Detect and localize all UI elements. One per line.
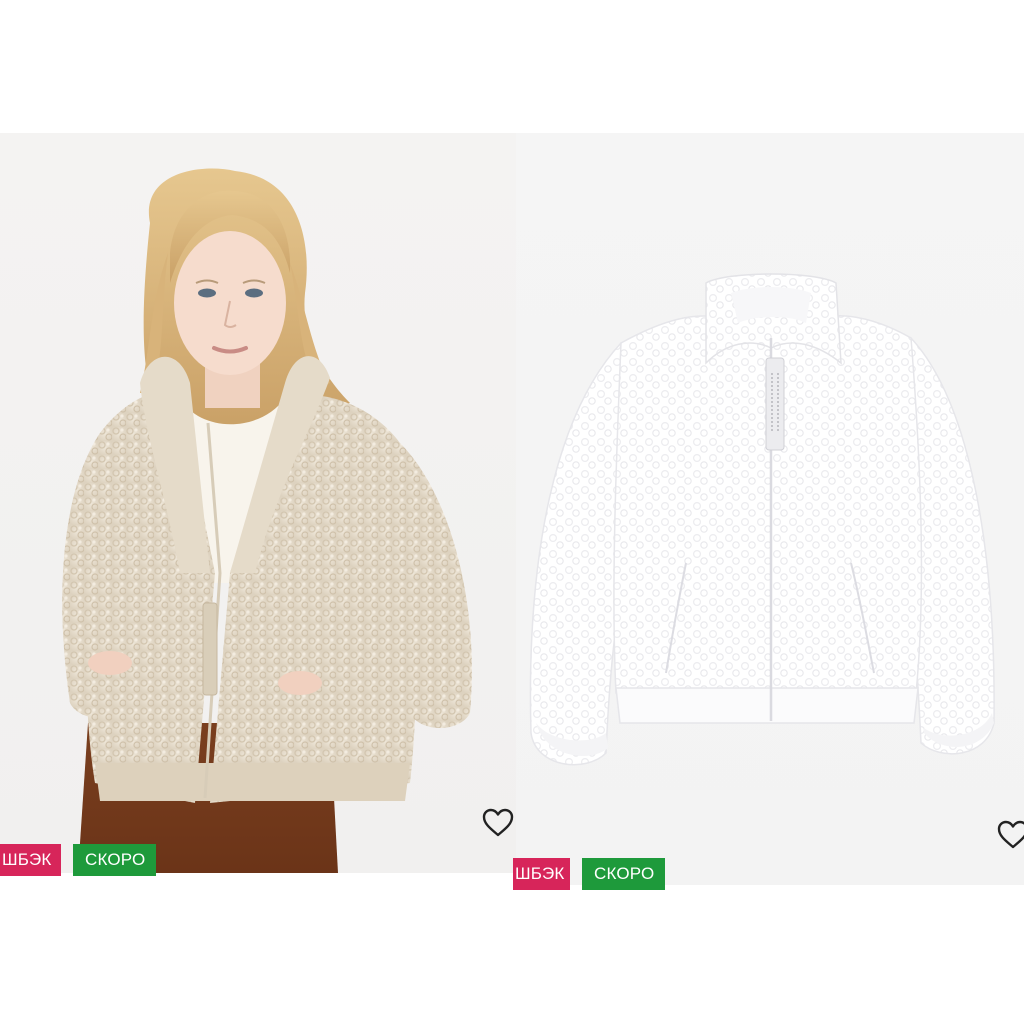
cashback-badge: ШБЭК — [0, 844, 61, 876]
product-card-2[interactable] — [516, 133, 1024, 885]
coming-soon-badge: СКОРО — [582, 858, 665, 890]
cashback-badge: ШБЭК — [513, 858, 570, 890]
product-image-model[interactable] — [0, 133, 516, 873]
favorite-heart-icon[interactable] — [996, 819, 1024, 851]
favorite-heart-icon[interactable] — [481, 807, 515, 839]
product-image-jacket[interactable] — [516, 133, 1024, 885]
coming-soon-badge: СКОРО — [73, 844, 156, 876]
product-grid: ШБЭК СКОРО ШБЭК СКОРО — [0, 0, 1024, 1024]
product-card-1[interactable] — [0, 133, 516, 873]
